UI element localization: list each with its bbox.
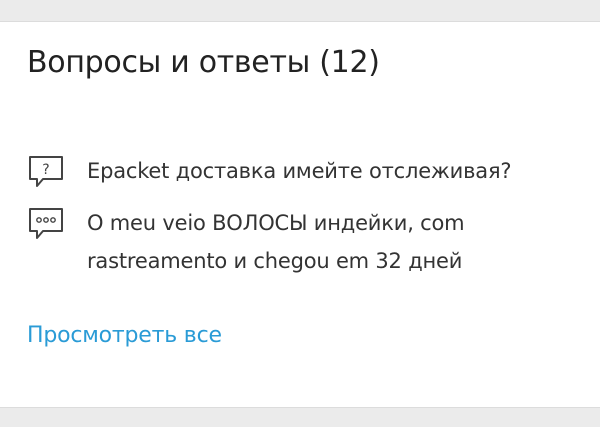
top-separator (0, 0, 600, 22)
view-all-link[interactable]: Просмотреть все (27, 320, 222, 352)
question-item[interactable]: ? Epacket доставка имейте отслеживая? (27, 152, 577, 190)
question-text: Epacket доставка имейте отслеживая? (87, 159, 512, 183)
answer-dots-bubble-icon (27, 207, 65, 241)
svg-text:?: ? (42, 162, 49, 178)
answer-text: O meu veio ВОЛОСЫ индейки, com rastreame… (87, 211, 465, 273)
answer-item[interactable]: O meu veio ВОЛОСЫ индейки, com rastreame… (27, 204, 577, 280)
section-title: Вопросы и ответы (12) (27, 45, 380, 80)
bottom-separator (0, 407, 600, 427)
question-bubble-icon: ? (27, 155, 65, 189)
